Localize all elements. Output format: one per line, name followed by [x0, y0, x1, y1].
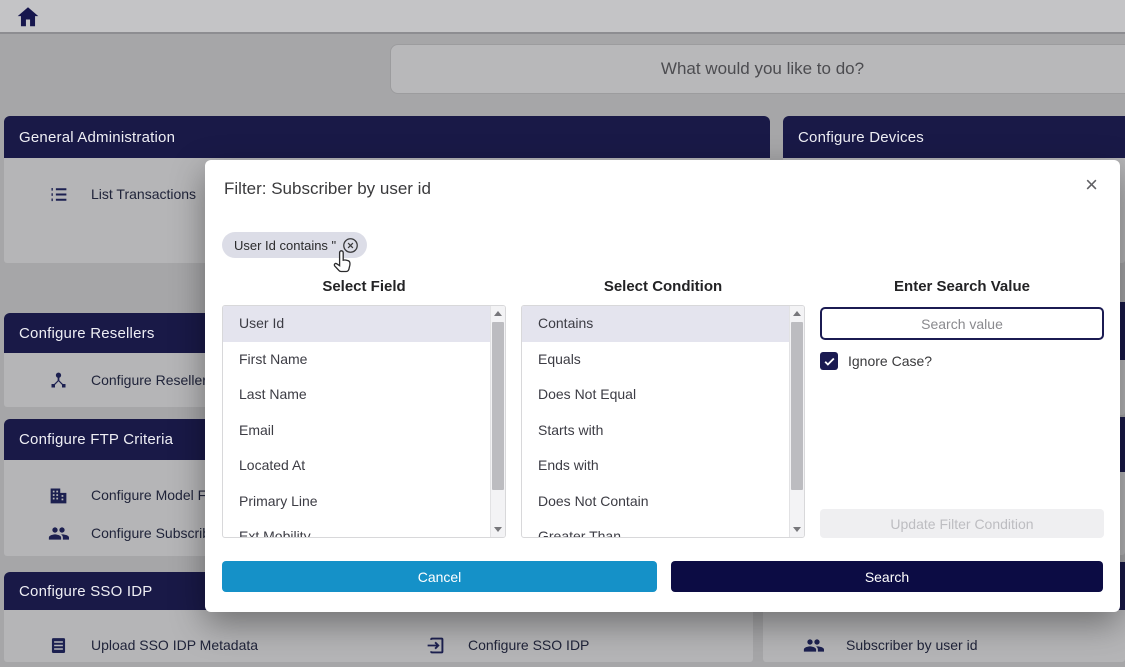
cancel-button[interactable]: Cancel: [222, 561, 657, 592]
circle-x-icon[interactable]: [342, 237, 359, 254]
scrollbar[interactable]: [789, 306, 804, 537]
home-icon: [14, 4, 42, 30]
panel-title: Configure SSO IDP: [19, 583, 152, 600]
enter-search-value-header: Enter Search Value: [820, 278, 1104, 295]
search-button[interactable]: Search: [671, 561, 1103, 592]
menu-item-label: Configure Resellers: [91, 372, 214, 388]
scrollbar[interactable]: [490, 306, 505, 537]
menu-item-configure-sso-idp[interactable]: Configure SSO IDP: [425, 633, 589, 657]
condition-option-list: Contains Equals Does Not Equal Starts wi…: [522, 306, 789, 538]
filter-dialog: Filter: Subscriber by user id × User Id …: [205, 160, 1120, 612]
people-icon: [48, 523, 69, 544]
menu-item-label: Configure Subscriber: [91, 525, 223, 541]
condition-option[interactable]: Does Not Contain: [522, 484, 789, 520]
dialog-title: Filter: Subscriber by user id: [224, 179, 431, 199]
scroll-up-icon[interactable]: [491, 306, 505, 321]
people-icon: [803, 635, 824, 656]
condition-listbox: Contains Equals Does Not Equal Starts wi…: [521, 305, 805, 538]
condition-option[interactable]: Ends with: [522, 448, 789, 484]
search-value-input[interactable]: [820, 307, 1104, 340]
condition-option[interactable]: Contains: [522, 306, 789, 342]
filter-chip-label: User Id contains ": [234, 238, 336, 253]
panel-title: Configure Resellers: [19, 325, 155, 342]
scroll-down-icon[interactable]: [491, 522, 505, 537]
scrollbar-thumb[interactable]: [791, 322, 803, 490]
exit-to-app-icon: [425, 635, 446, 656]
condition-option[interactable]: Does Not Equal: [522, 377, 789, 413]
field-option[interactable]: Last Name: [223, 377, 490, 413]
ignore-case-label: Ignore Case?: [848, 353, 932, 369]
menu-item-configure-model-filter[interactable]: Configure Model Filte: [48, 483, 224, 507]
menu-item-list-transactions[interactable]: List Transactions: [48, 182, 196, 206]
condition-option[interactable]: Starts with: [522, 413, 789, 449]
hub-icon: [48, 370, 69, 391]
panel-body-subscriber: Subscriber by user id: [763, 610, 1125, 662]
field-option[interactable]: First Name: [223, 342, 490, 378]
scroll-up-icon[interactable]: [790, 306, 804, 321]
check-icon: [823, 355, 836, 368]
select-field-header: Select Field: [222, 278, 506, 295]
menu-item-configure-subscriber[interactable]: Configure Subscriber: [48, 521, 223, 545]
field-option[interactable]: Email: [223, 413, 490, 449]
screen: What would you like to do? General Admin…: [0, 0, 1125, 667]
panel-header-general-administration: General Administration: [4, 116, 770, 158]
scrollbar-thumb[interactable]: [492, 322, 504, 490]
global-search-input[interactable]: What would you like to do?: [390, 44, 1125, 94]
home-button[interactable]: [14, 4, 42, 30]
menu-item-subscriber-by-user-id[interactable]: Subscriber by user id: [803, 633, 978, 657]
panel-title: Configure FTP Criteria: [19, 431, 173, 448]
scroll-down-icon[interactable]: [790, 522, 804, 537]
menu-item-upload-sso-idp-metadata[interactable]: Upload SSO IDP Metadata: [48, 633, 258, 657]
field-option[interactable]: User Id: [223, 306, 490, 342]
panel-body-configure-sso-idp: Upload SSO IDP Metadata Configure SSO ID…: [4, 610, 753, 662]
menu-item-configure-resellers[interactable]: Configure Resellers: [48, 368, 214, 392]
menu-item-label: List Transactions: [91, 186, 196, 202]
update-filter-condition-button[interactable]: Update Filter Condition: [820, 509, 1104, 538]
building-icon: [48, 485, 69, 506]
field-option[interactable]: Located At: [223, 448, 490, 484]
filter-chip[interactable]: User Id contains ": [222, 232, 367, 258]
condition-option[interactable]: Equals: [522, 342, 789, 378]
panel-header-configure-devices: Configure Devices: [783, 116, 1125, 158]
ignore-case-row: Ignore Case?: [820, 352, 932, 370]
field-listbox: User Id First Name Last Name Email Locat…: [222, 305, 506, 538]
panel-title: Configure Devices: [798, 129, 924, 146]
panel-title: General Administration: [19, 129, 175, 146]
field-option[interactable]: Ext Mobility: [223, 519, 490, 538]
select-condition-header: Select Condition: [521, 278, 805, 295]
field-option-list: User Id First Name Last Name Email Locat…: [223, 306, 490, 538]
list-icon: [48, 184, 69, 205]
condition-option[interactable]: Greater Than: [522, 519, 789, 538]
menu-item-label: Subscriber by user id: [846, 637, 978, 653]
top-bar: [0, 0, 1125, 34]
field-option[interactable]: Primary Line: [223, 484, 490, 520]
menu-item-label: Upload SSO IDP Metadata: [91, 637, 258, 653]
menu-item-label: Configure SSO IDP: [468, 637, 589, 653]
metadata-icon: [48, 635, 69, 656]
close-icon[interactable]: ×: [1085, 174, 1098, 196]
ignore-case-checkbox[interactable]: [820, 352, 838, 370]
